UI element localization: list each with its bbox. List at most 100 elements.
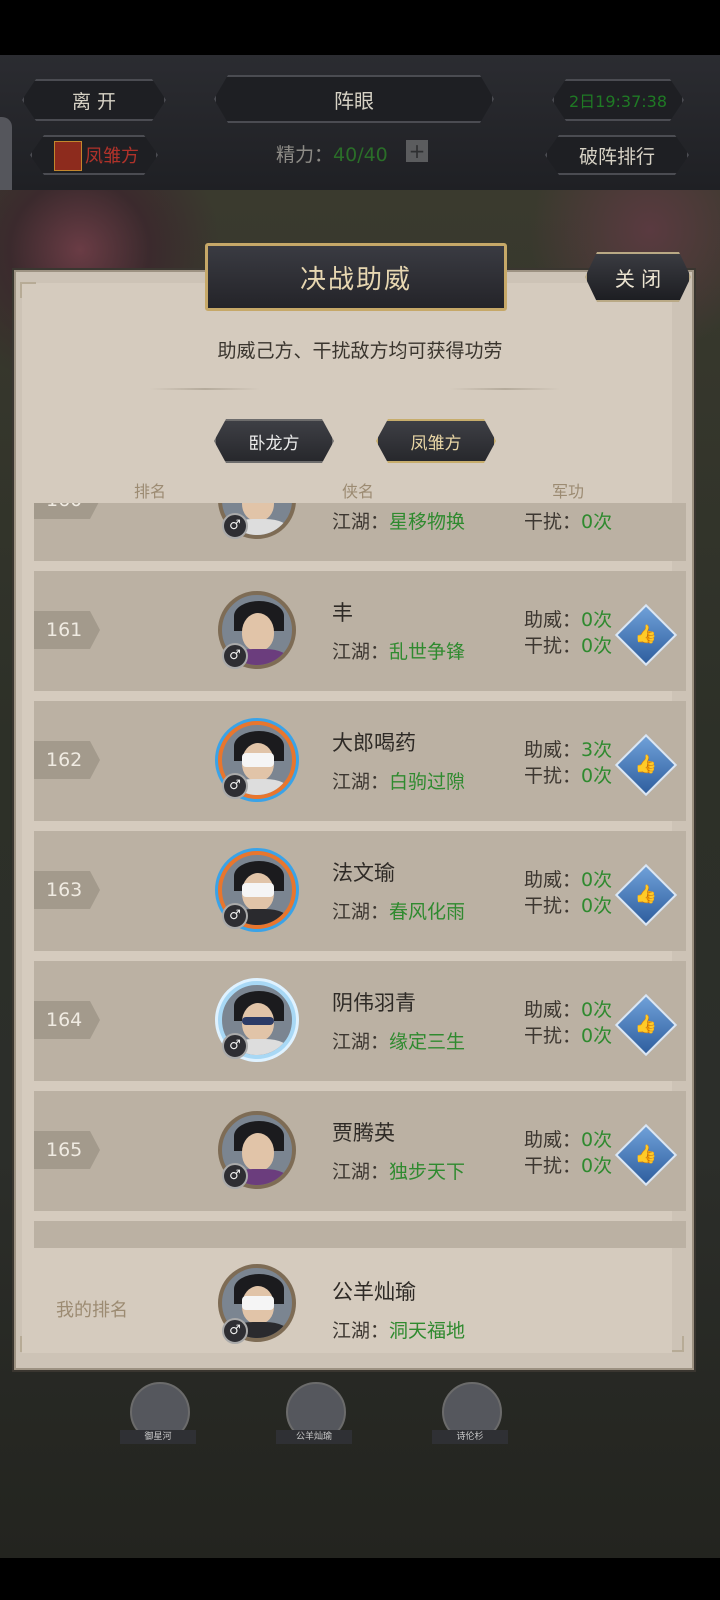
disturb-count: 干扰：0次 — [524, 761, 612, 788]
column-header-name: 侠名 — [342, 482, 375, 501]
table-row[interactable]: 163 ♂ 法文瑜 江湖：春风化雨 助威：0次 干扰：0次 👍 — [34, 831, 686, 951]
divider — [450, 388, 560, 390]
thumbs-up-icon[interactable]: 👍 — [614, 1123, 678, 1187]
faction-name: 凤雏方 — [85, 146, 139, 167]
male-icon: ♂ — [222, 1163, 248, 1189]
corner-ornament — [20, 282, 36, 298]
rank-badge: 160 — [34, 503, 100, 519]
energy-value: 40/40 — [333, 144, 388, 166]
thumbs-up-icon[interactable]: 👍 — [614, 733, 678, 797]
rank-badge: 163 — [34, 871, 100, 909]
table-row[interactable]: 165 ♂ 贾腾英 江湖：独步天下 助威：0次 干扰：0次 👍 — [34, 1091, 686, 1211]
faction-flag-icon — [54, 141, 82, 171]
jianghu-line: 江湖：乱世争锋 — [332, 637, 465, 664]
disturb-value: 0次 — [581, 1155, 613, 1177]
status-bar — [0, 0, 720, 55]
jianghu-server: 缘定三生 — [389, 1031, 466, 1053]
jianghu-server: 乱世争锋 — [389, 641, 466, 663]
male-icon: ♂ — [222, 1033, 248, 1059]
disturb-label: 干扰： — [524, 511, 582, 533]
rank-badge: 161 — [34, 611, 100, 649]
male-icon: ♂ — [222, 1318, 248, 1344]
background-hero-name: 御星河 — [120, 1430, 196, 1444]
page-title: 阵眼 — [214, 75, 494, 123]
player-name: 阴伟羽青 — [332, 991, 416, 1015]
disturb-count: 干扰：0次 — [524, 891, 612, 918]
jianghu-label: 江湖： — [332, 1031, 390, 1053]
support-label: 助威： — [524, 1129, 582, 1151]
jianghu-server: 洞天福地 — [389, 1320, 466, 1342]
jianghu-line: 江湖：白驹过隙 — [332, 767, 465, 794]
disturb-value: 0次 — [581, 765, 613, 787]
ranking-button[interactable]: 破阵排行 — [545, 135, 689, 175]
disturb-count: 干扰：0次 — [524, 1151, 612, 1178]
male-icon: ♂ — [222, 513, 248, 539]
player-name: 法文瑜 — [332, 861, 395, 885]
male-icon: ♂ — [222, 773, 248, 799]
my-rank-label: 我的排名 — [56, 1300, 128, 1321]
background-hero-name: 诗伦杉 — [432, 1430, 508, 1444]
jianghu-line: 江湖：缘定三生 — [332, 1027, 465, 1054]
my-rank-row: 我的排名 ♂ 公羊灿瑜 江湖：洞天福地 — [22, 1248, 672, 1353]
player-name: 贾腾英 — [332, 1121, 395, 1145]
disturb-label: 干扰： — [524, 765, 582, 787]
disturb-label: 干扰： — [524, 895, 582, 917]
support-count: 助威：0次 — [524, 995, 612, 1022]
countdown-timer: 2日19:37:38 — [552, 79, 684, 121]
disturb-value: 0次 — [581, 511, 613, 533]
tab-wolong[interactable]: 卧龙方 — [214, 419, 334, 463]
disturb-value: 0次 — [581, 635, 613, 657]
table-row[interactable] — [34, 1221, 686, 1248]
player-name: 大郎喝药 — [332, 731, 416, 755]
jianghu-label: 江湖： — [332, 901, 390, 923]
add-energy-button[interactable]: + — [406, 140, 428, 162]
thumbs-up-icon[interactable]: 👍 — [614, 863, 678, 927]
disturb-value: 0次 — [581, 1025, 613, 1047]
thumbs-up-icon[interactable]: 👍 — [614, 993, 678, 1057]
support-label: 助威： — [524, 739, 582, 761]
support-label: 助威： — [524, 999, 582, 1021]
ranking-list[interactable]: 160 ♂ 江湖：星移物换 干扰：0次 👍 161 ♂ 丰 江湖：乱世争锋 助威… — [34, 503, 686, 1248]
table-row[interactable]: 160 ♂ 江湖：星移物换 干扰：0次 👍 — [34, 503, 686, 561]
close-button[interactable]: 关 闭 — [585, 252, 691, 302]
player-name: 丰 — [332, 601, 353, 625]
support-value: 0次 — [581, 609, 613, 631]
jianghu-label: 江湖： — [332, 1320, 390, 1342]
panel-subtitle: 助威己方、干扰敌方均可获得功劳 — [217, 340, 503, 362]
jianghu-line: 江湖：星移物换 — [332, 507, 465, 534]
navigation-bar — [0, 1558, 720, 1600]
jianghu-label: 江湖： — [332, 1161, 390, 1183]
support-value: 0次 — [581, 1129, 613, 1151]
jianghu-line: 江湖：独步天下 — [332, 1157, 465, 1184]
support-count: 助威：0次 — [524, 865, 612, 892]
divider — [150, 388, 260, 390]
rank-badge: 164 — [34, 1001, 100, 1039]
jianghu-line: 江湖：春风化雨 — [332, 897, 465, 924]
column-header-rank: 排名 — [134, 482, 167, 501]
disturb-count: 干扰：0次 — [524, 631, 612, 658]
energy-label: 精力： — [276, 144, 334, 166]
male-icon: ♂ — [222, 903, 248, 929]
disturb-label: 干扰： — [524, 635, 582, 657]
table-row[interactable]: 164 ♂ 阴伟羽青 江湖：缘定三生 助威：0次 干扰：0次 👍 — [34, 961, 686, 1081]
leave-button[interactable]: 离 开 — [22, 79, 166, 121]
my-player-name: 公羊灿瑜 — [332, 1280, 416, 1304]
support-count: 助威：0次 — [524, 1125, 612, 1152]
jianghu-label: 江湖： — [332, 771, 390, 793]
my-jianghu-line: 江湖：洞天福地 — [332, 1316, 465, 1343]
jianghu-server: 白驹过隙 — [389, 771, 466, 793]
faction-badge: 凤雏方 — [30, 135, 158, 175]
support-label: 助威： — [524, 869, 582, 891]
support-value: 0次 — [581, 869, 613, 891]
disturb-count: 干扰：0次 — [524, 1021, 612, 1048]
rank-badge: 165 — [34, 1131, 100, 1169]
tab-fengchu[interactable]: 凤雏方 — [376, 419, 496, 463]
table-row[interactable]: 162 ♂ 大郎喝药 江湖：白驹过隙 助威：3次 干扰：0次 👍 — [34, 701, 686, 821]
panel-title: 决战助威 — [205, 243, 507, 311]
thumbs-up-icon[interactable]: 👍 — [614, 603, 678, 667]
disturb-value: 0次 — [581, 895, 613, 917]
table-row[interactable]: 161 ♂ 丰 江湖：乱世争锋 助威：0次 干扰：0次 👍 — [34, 571, 686, 691]
rank-badge: 162 — [34, 741, 100, 779]
support-count: 助威：3次 — [524, 735, 612, 762]
support-value: 0次 — [581, 999, 613, 1021]
